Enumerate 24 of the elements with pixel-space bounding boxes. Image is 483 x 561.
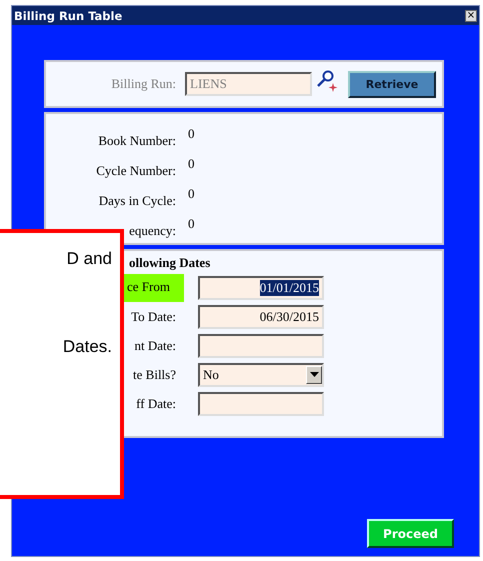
field-label: nt Date:: [134, 338, 176, 354]
dropdown-field[interactable]: No: [198, 363, 324, 387]
date-field[interactable]: [198, 334, 324, 358]
field-label: Book Number:: [97, 133, 176, 149]
field-label: te Bills?: [133, 367, 176, 383]
field-value: 0: [188, 156, 194, 172]
field-label: equency:: [128, 223, 176, 239]
date-field[interactable]: 06/30/2015: [198, 305, 324, 329]
window-title: Billing Run Table: [14, 8, 122, 22]
field-value: 0: [188, 186, 194, 202]
field-label: Days in Cycle:: [98, 193, 176, 209]
date-field[interactable]: 01/01/2015: [198, 276, 324, 300]
date-field[interactable]: [198, 392, 324, 416]
callout-text: D and: [66, 249, 112, 269]
close-button[interactable]: ×: [465, 10, 477, 22]
field-label: ff Date:: [136, 396, 176, 412]
field-label: Cycle Number:: [95, 163, 176, 179]
section-heading: ollowing Dates: [129, 255, 212, 271]
field-label: To Date:: [131, 309, 176, 325]
field-value: 0: [188, 216, 194, 232]
field-label: Billing Run:: [110, 76, 176, 92]
field-label: ce From: [123, 274, 184, 302]
field-value: 0: [188, 126, 194, 142]
callout-text: Dates.: [62, 337, 112, 357]
